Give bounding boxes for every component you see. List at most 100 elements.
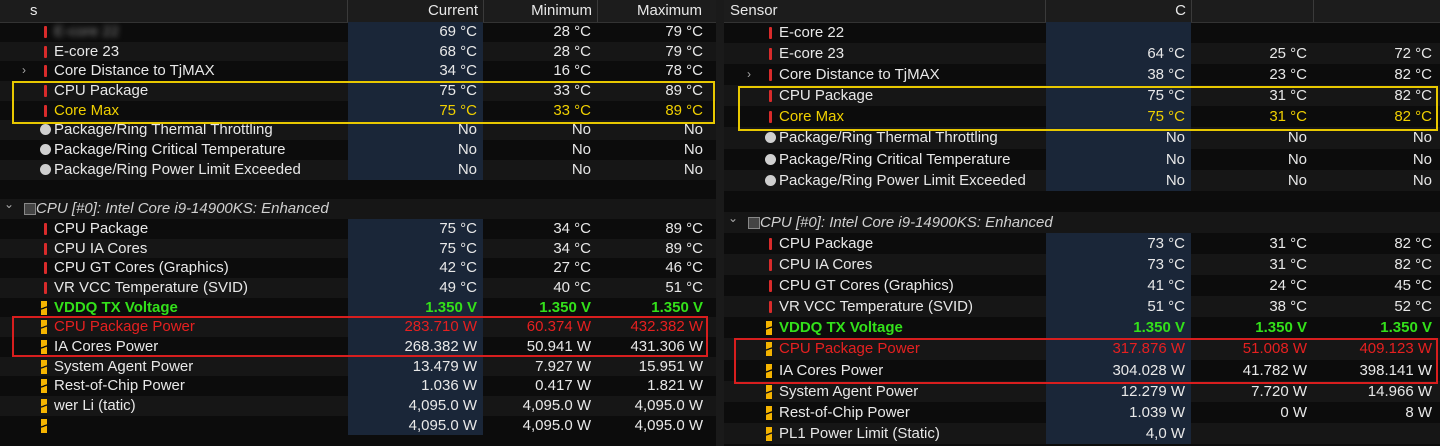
expand-chevron-icon[interactable]: ›: [747, 64, 751, 85]
sensor-row-blank[interactable]: [724, 191, 1440, 212]
thermometer-icon: [769, 237, 772, 250]
thermometer-icon: [44, 222, 47, 235]
maximum-value: 79 °C: [665, 23, 703, 40]
minimum-value: No: [571, 121, 591, 139]
sensor-row-pl1-power-limit-static[interactable]: PL1 Power Limit (Static) 4,0 W: [724, 422, 1440, 444]
current-value: 283.710 W: [348, 317, 483, 337]
minimum-column-header[interactable]: Minimum: [488, 2, 592, 19]
sensor-row-cpu-package[interactable]: CPU Package 75 °C 33 °C 89 °C: [0, 81, 716, 101]
sensor-row-cpu-0-intel-core-i9-14900ks-enhanced[interactable]: ⌄ CPU [#0]: Intel Core i9-14900KS: Enhanc…: [0, 197, 716, 219]
sensor-row-wer-li-tatic[interactable]: wer Li (tatic) 4,095.0 W 4,095.0 W 4,095.0 …: [0, 396, 716, 416]
sensor-row-cpu-gt-cores-graphics[interactable]: CPU GT Cores (Graphics) 42 °C 27 °C 46 °C: [0, 258, 716, 278]
current-column-header[interactable]: Current: [352, 2, 478, 19]
sensor-row-e-core-23[interactable]: E-core 23 64 °C 25 °C 72 °C: [724, 43, 1440, 65]
sensor-row-vddq-tx-voltage[interactable]: VDDQ TX Voltage 1.350 V 1.350 V 1.350 V: [724, 317, 1440, 339]
maximum-value: 8 W: [1405, 403, 1432, 421]
right-sensor-panel: Sensor C E-core 22 E-core 23 64 °C 25 °C 72 …: [724, 0, 1440, 446]
sensor-row-e-core-22[interactable]: E-core 22 69 °C 28 °C 79 °C: [0, 22, 716, 42]
sensor-row-system-agent-power[interactable]: System Agent Power 12.279 W 7.720 W 14.966 …: [724, 380, 1440, 402]
sensor-row-package-ring-critical-temperature[interactable]: Package/Ring Critical Temperature No No No: [0, 140, 716, 160]
sensor-row-cpu-gt-cores-graphics[interactable]: CPU GT Cores (Graphics) 41 °C 24 °C 45 °C: [724, 275, 1440, 297]
maximum-value: No: [683, 160, 703, 178]
current-value: 75 °C: [348, 100, 483, 121]
expand-chevron-icon[interactable]: ›: [22, 61, 26, 81]
sensor-row-vddq-tx-voltage[interactable]: VDDQ TX Voltage 1.350 V 1.350 V 1.350 V: [0, 297, 716, 318]
maximum-value: 14.966 W: [1367, 382, 1432, 400]
sensor-row-package-ring-power-limit-exceeded[interactable]: Package/Ring Power Limit Exceeded No No No: [724, 169, 1440, 191]
sensor-row-e-core-22[interactable]: E-core 22: [724, 22, 1440, 44]
collapse-chevron-icon[interactable]: ⌄: [728, 208, 738, 229]
sensor-row-ia-cores-power[interactable]: IA Cores Power 304.028 W 41.782 W 398.141 W: [724, 359, 1440, 381]
maximum-value: 45 °C: [1394, 277, 1432, 295]
sensor-row-blank[interactable]: [0, 180, 716, 200]
sensor-row-ia-cores-power[interactable]: IA Cores Power 268.382 W 50.941 W 431.306 W: [0, 337, 716, 357]
sensor-row-vr-vcc-temperature-svid[interactable]: VR VCC Temperature (SVID) 49 °C 40 °C 51 °C: [0, 277, 716, 298]
thermometer-icon: [769, 27, 772, 39]
maximum-value: [1314, 423, 1438, 444]
sensor-label: System Agent Power: [54, 357, 194, 375]
maximum-value: No: [683, 121, 703, 139]
sensor-row-system-agent-power[interactable]: System Agent Power 13.479 W 7.927 W 15.951 …: [0, 356, 716, 377]
sensor-label: CPU [#0]: Intel Core i9-14900KS: Enhance…: [760, 213, 1053, 231]
sensor-label: E-core 23: [54, 42, 120, 60]
sensor-row-core-max[interactable]: Core Max 75 °C 31 °C 82 °C: [724, 106, 1440, 128]
sensor-label: wer Li (tatic): [54, 397, 136, 415]
sensor-row-blank[interactable]: 4,095.0 W 4,095.0 W 4,095.0 W: [0, 415, 716, 436]
sensor-label: E-core 23: [779, 45, 845, 63]
minimum-value: 33 °C: [553, 101, 591, 119]
sensor-row-cpu-package[interactable]: CPU Package 73 °C 31 °C 82 °C: [724, 232, 1440, 255]
sensor-label: Package/Ring Thermal Throttling: [54, 121, 273, 139]
sensor-label: CPU IA Cores: [779, 256, 873, 274]
sensor-row-cpu-0-intel-core-i9-14900ks-enhanced[interactable]: ⌄ CPU [#0]: Intel Core i9-14900KS: Enhanc…: [724, 211, 1440, 233]
sensor-label: IA Cores Power: [54, 338, 159, 355]
sensor-label: E-core 22: [779, 24, 845, 41]
minimum-value: 28 °C: [553, 23, 591, 40]
maximum-value: 72 °C: [1394, 45, 1432, 63]
thermometer-icon: [44, 85, 47, 98]
sensor-row-core-distance-to-tjmax[interactable]: › Core Distance to TjMAX 38 °C 23 °C 82 °C: [724, 64, 1440, 86]
sensor-row-cpu-package-power[interactable]: CPU Package Power 317.876 W 51.008 W 409.12…: [724, 338, 1440, 360]
collapse-chevron-icon[interactable]: ⌄: [4, 195, 14, 215]
sensor-row-rest-of-chip-power[interactable]: Rest-of-Chip Power 1.036 W 0.417 W 1.821 W: [0, 376, 716, 397]
lightning-bolt-icon: [41, 300, 47, 315]
minimum-value: 41.782 W: [1242, 361, 1307, 379]
status-indicator-icon: [40, 144, 51, 156]
sensor-label: Package/Ring Power Limit Exceeded: [54, 160, 301, 178]
sensor-column-header[interactable]: Sensor: [730, 2, 778, 19]
lightning-bolt-icon: [41, 340, 47, 354]
minimum-value: No: [571, 141, 591, 159]
sensor-row-package-ring-power-limit-exceeded[interactable]: Package/Ring Power Limit Exceeded No No No: [0, 159, 716, 180]
current-value: No: [348, 140, 483, 160]
cpu-chip-icon: [748, 216, 760, 229]
sensor-row-cpu-ia-cores[interactable]: CPU IA Cores 75 °C 34 °C 89 °C: [0, 238, 716, 259]
sensor-row-e-core-23[interactable]: E-core 23 68 °C 28 °C 79 °C: [0, 41, 716, 62]
sensor-row-package-ring-critical-temperature[interactable]: Package/Ring Critical Temperature No No No: [724, 148, 1440, 170]
current-value: 38 °C: [1046, 64, 1191, 86]
left-sensor-panel: s Current Minimum Maximum E-core 22 69 °C…: [0, 0, 716, 446]
minimum-value: 31 °C: [1269, 234, 1307, 252]
current-value: 317.876 W: [1046, 338, 1191, 360]
sensor-label: VDDQ TX Voltage: [779, 319, 903, 337]
sensor-row-core-max[interactable]: Core Max 75 °C 33 °C 89 °C: [0, 100, 716, 121]
sensor-row-cpu-package[interactable]: CPU Package 75 °C 34 °C 89 °C: [0, 218, 716, 239]
current-value: [1046, 22, 1191, 44]
current-column-header[interactable]: C: [1050, 2, 1186, 19]
sensor-label: Package/Ring Power Limit Exceeded: [779, 171, 1026, 189]
maximum-column-header[interactable]: Maximum: [602, 2, 702, 19]
status-indicator-icon: [40, 163, 51, 175]
sensor-row-cpu-ia-cores[interactable]: CPU IA Cores 73 °C 31 °C 82 °C: [724, 254, 1440, 276]
sensor-label: Core Distance to TjMAX: [779, 66, 940, 84]
sensor-row-package-ring-thermal-throttling[interactable]: Package/Ring Thermal Throttling No No No: [0, 120, 716, 141]
sensor-row-package-ring-thermal-throttling[interactable]: Package/Ring Thermal Throttling No No No: [724, 127, 1440, 149]
sensor-column-header[interactable]: s: [30, 2, 38, 19]
sensor-label: CPU Package: [779, 234, 874, 252]
sensor-row-rest-of-chip-power[interactable]: Rest-of-Chip Power 1.039 W 0 W 8 W: [724, 401, 1440, 423]
sensor-row-cpu-package-power[interactable]: CPU Package Power 283.710 W 60.374 W 432.38…: [0, 317, 716, 337]
sensor-row-vr-vcc-temperature-svid[interactable]: VR VCC Temperature (SVID) 51 °C 38 °C 52 °C: [724, 296, 1440, 318]
minimum-value: 60.374 W: [526, 318, 591, 336]
current-value: 4,095.0 W: [348, 396, 483, 416]
sensor-row-cpu-package[interactable]: CPU Package 75 °C 31 °C 82 °C: [724, 85, 1440, 107]
sensor-row-core-distance-to-tjmax[interactable]: › Core Distance to TjMAX 34 °C 16 °C 78 °C: [0, 61, 716, 82]
maximum-value: 79 °C: [665, 42, 703, 60]
maximum-value: No: [1412, 150, 1432, 168]
